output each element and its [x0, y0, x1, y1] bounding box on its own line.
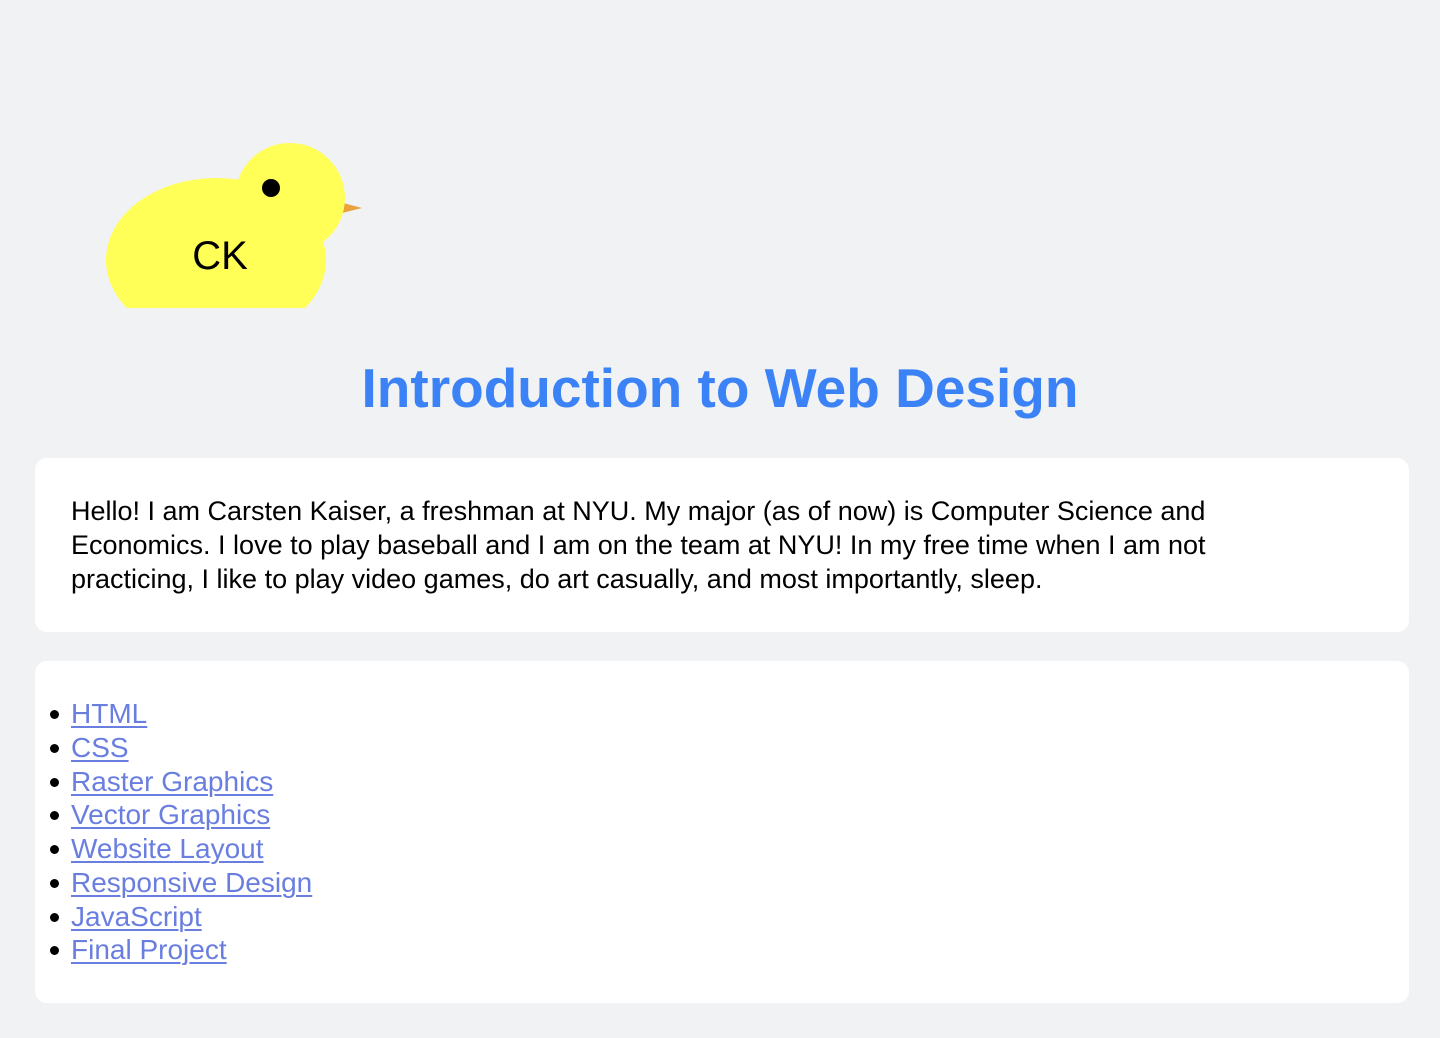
- topic-link-website-layout[interactable]: Website Layout: [71, 833, 264, 864]
- list-item: Website Layout: [50, 832, 1373, 866]
- bullet-icon: [50, 811, 59, 821]
- logo-initials: CK: [192, 234, 248, 278]
- bullet-icon: [50, 777, 59, 787]
- list-item: Responsive Design: [50, 866, 1373, 900]
- about-text: Hello! I am Carsten Kaiser, a freshman a…: [71, 496, 1206, 594]
- bullet-icon: [50, 743, 59, 753]
- list-item: Final Project: [50, 933, 1373, 967]
- chick-logo[interactable]: CK: [106, 142, 366, 310]
- bullet-icon: [50, 878, 59, 888]
- bullet-icon: [50, 912, 59, 922]
- topic-list: HTML CSS Raster Graphics Vector Graphics…: [50, 697, 1373, 967]
- bullet-icon: [50, 946, 59, 956]
- topic-link-css[interactable]: CSS: [71, 732, 129, 763]
- about-card: Hello! I am Carsten Kaiser, a freshman a…: [35, 458, 1409, 632]
- topic-link-html[interactable]: HTML: [71, 698, 147, 729]
- topic-link-responsive-design[interactable]: Responsive Design: [71, 867, 312, 898]
- list-item: Raster Graphics: [50, 765, 1373, 799]
- topic-link-vector-graphics[interactable]: Vector Graphics: [71, 799, 270, 830]
- list-item: HTML: [50, 697, 1373, 731]
- bullet-icon: [50, 710, 59, 719]
- topic-link-final-project[interactable]: Final Project: [71, 934, 227, 965]
- list-item: CSS: [50, 731, 1373, 765]
- topics-card: HTML CSS Raster Graphics Vector Graphics…: [35, 661, 1409, 1003]
- bullet-icon: [50, 845, 59, 854]
- topic-link-javascript[interactable]: JavaScript: [71, 901, 202, 932]
- chick-icon: CK: [106, 143, 362, 308]
- page-title: Introduction to Web Design: [361, 357, 1079, 419]
- chick-eye: [262, 179, 280, 197]
- list-item: JavaScript: [50, 900, 1373, 934]
- topic-link-raster-graphics[interactable]: Raster Graphics: [71, 766, 273, 797]
- list-item: Vector Graphics: [50, 798, 1373, 832]
